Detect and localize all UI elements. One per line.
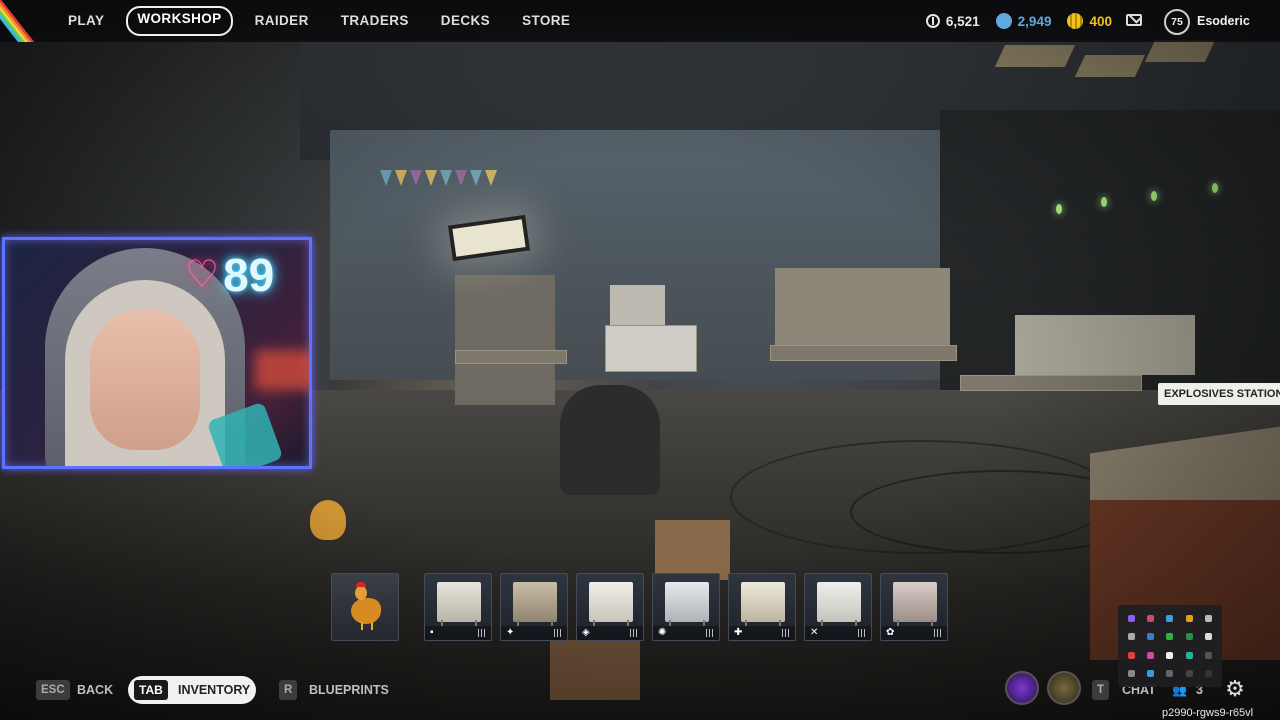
station-type-icon: ✿ bbox=[886, 627, 895, 638]
tokens-currency: 400 bbox=[1067, 13, 1112, 29]
station-type-icon: ✕ bbox=[810, 627, 819, 638]
webcam-neon-light bbox=[255, 350, 309, 390]
esc-key-hint: ESC bbox=[36, 680, 70, 700]
currency-display: 6,521 2,949 400 bbox=[925, 0, 1112, 42]
station-type-icon: ▪ bbox=[430, 627, 434, 638]
tokens-value: 400 bbox=[1089, 13, 1112, 29]
level-icon bbox=[782, 629, 789, 637]
workbench-icon bbox=[589, 582, 633, 626]
workbench-icon bbox=[513, 582, 557, 626]
hotbar-slot-workbench-5[interactable]: ✚ bbox=[728, 573, 796, 641]
heart-rate-value: 89 bbox=[223, 249, 275, 301]
t-key-hint: T bbox=[1092, 680, 1110, 700]
credits-icon bbox=[995, 13, 1012, 29]
hotbar-slot-rooster[interactable] bbox=[331, 573, 399, 641]
tokens-icon bbox=[1067, 13, 1084, 29]
hotbar-slot-workbench-4[interactable]: ✺ bbox=[652, 573, 720, 641]
credits-currency: 2,949 bbox=[995, 13, 1052, 29]
hotbar-slot-workbench-7[interactable]: ✿ bbox=[880, 573, 948, 641]
station-tooltip: EXPLOSIVES STATION bbox=[1158, 383, 1280, 405]
nav-raider[interactable]: RAIDER bbox=[239, 8, 325, 34]
nav-decks[interactable]: DECKS bbox=[425, 8, 506, 34]
station-type-icon: ✺ bbox=[658, 627, 667, 638]
player-name[interactable]: Esoderic bbox=[1197, 14, 1250, 28]
game-logo bbox=[0, 0, 46, 42]
workbench-icon bbox=[437, 582, 481, 626]
station-type-icon: ✦ bbox=[506, 627, 515, 638]
nav-store[interactable]: STORE bbox=[506, 8, 586, 34]
nav-traders[interactable]: TRADERS bbox=[325, 8, 425, 34]
coins-value: 6,521 bbox=[945, 13, 980, 29]
level-icon bbox=[706, 629, 713, 637]
tab-key-hint: TAB bbox=[134, 680, 168, 700]
mail-icon[interactable] bbox=[1126, 14, 1142, 26]
workbench-icon bbox=[741, 582, 785, 626]
inventory-label: INVENTORY bbox=[178, 683, 251, 697]
nav-play[interactable]: PLAY bbox=[52, 8, 120, 34]
back-button[interactable]: BACK bbox=[77, 680, 113, 700]
hotbar-slot-workbench-3[interactable]: ◈ bbox=[576, 573, 644, 641]
heart-icon: ♡ bbox=[185, 254, 220, 296]
level-icon bbox=[554, 629, 561, 637]
level-icon bbox=[934, 629, 941, 637]
inventory-button[interactable]: TAB INVENTORY bbox=[128, 676, 256, 704]
settings-gear-icon[interactable]: ⚙ bbox=[1221, 675, 1249, 703]
blueprints-button[interactable]: BLUEPRINTS bbox=[309, 680, 389, 700]
workbench-icon bbox=[817, 582, 861, 626]
webcam-overlay: ♡ 89 bbox=[2, 237, 312, 469]
party-avatar-2[interactable] bbox=[1047, 671, 1081, 705]
workbench-icon bbox=[665, 582, 709, 626]
rooster-icon bbox=[349, 582, 381, 630]
nav-workshop[interactable]: WORKSHOP bbox=[126, 6, 233, 36]
station-type-icon: ✚ bbox=[734, 627, 743, 638]
coins-icon bbox=[925, 14, 940, 28]
level-icon bbox=[630, 629, 637, 637]
player-level-badge[interactable]: 75 bbox=[1164, 9, 1190, 35]
system-tray-overlay bbox=[1118, 605, 1222, 687]
workbench-icon bbox=[893, 582, 937, 626]
top-nav-bar: PLAY WORKSHOP RAIDER TRADERS DECKS STORE… bbox=[0, 0, 1280, 42]
level-icon bbox=[478, 629, 485, 637]
level-icon bbox=[858, 629, 865, 637]
webcam-person-face bbox=[90, 310, 200, 450]
heart-rate-display: ♡ 89 bbox=[185, 252, 274, 298]
hotbar-slot-workbench-6[interactable]: ✕ bbox=[804, 573, 872, 641]
coins-currency: 6,521 bbox=[925, 13, 980, 29]
main-nav: PLAY WORKSHOP RAIDER TRADERS DECKS STORE bbox=[52, 6, 586, 36]
hotbar-slot-workbench-1[interactable]: ▪ bbox=[424, 573, 492, 641]
station-hotbar: ▪ ✦ ◈ ✺ ✚ ✕ ✿ bbox=[331, 573, 948, 641]
r-key-hint: R bbox=[279, 680, 298, 700]
credits-value: 2,949 bbox=[1017, 13, 1052, 29]
station-type-icon: ◈ bbox=[582, 627, 590, 638]
hotbar-slot-workbench-2[interactable]: ✦ bbox=[500, 573, 568, 641]
session-id: p2990-rgws9-r65vl bbox=[1162, 707, 1254, 719]
party-avatar-1[interactable] bbox=[1005, 671, 1039, 705]
